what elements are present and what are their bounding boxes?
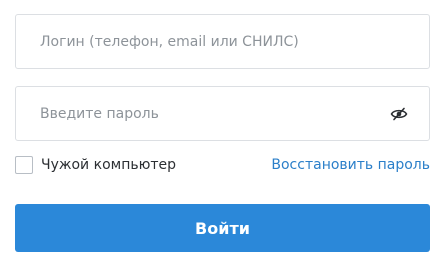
password-input[interactable] xyxy=(16,87,429,140)
login-form: Чужой компьютер Восстановить пароль Войт… xyxy=(0,0,440,261)
login-button[interactable]: Войти xyxy=(15,204,430,252)
login-input[interactable] xyxy=(16,15,429,68)
remember-checkbox-row[interactable]: Чужой компьютер xyxy=(15,156,176,174)
restore-password-link[interactable]: Восстановить пароль xyxy=(271,157,430,173)
foreign-computer-label: Чужой компьютер xyxy=(41,157,177,173)
foreign-computer-checkbox[interactable] xyxy=(15,156,33,174)
login-field-container xyxy=(15,14,430,69)
password-field-container xyxy=(15,86,430,141)
eye-hidden-icon[interactable] xyxy=(389,104,409,124)
